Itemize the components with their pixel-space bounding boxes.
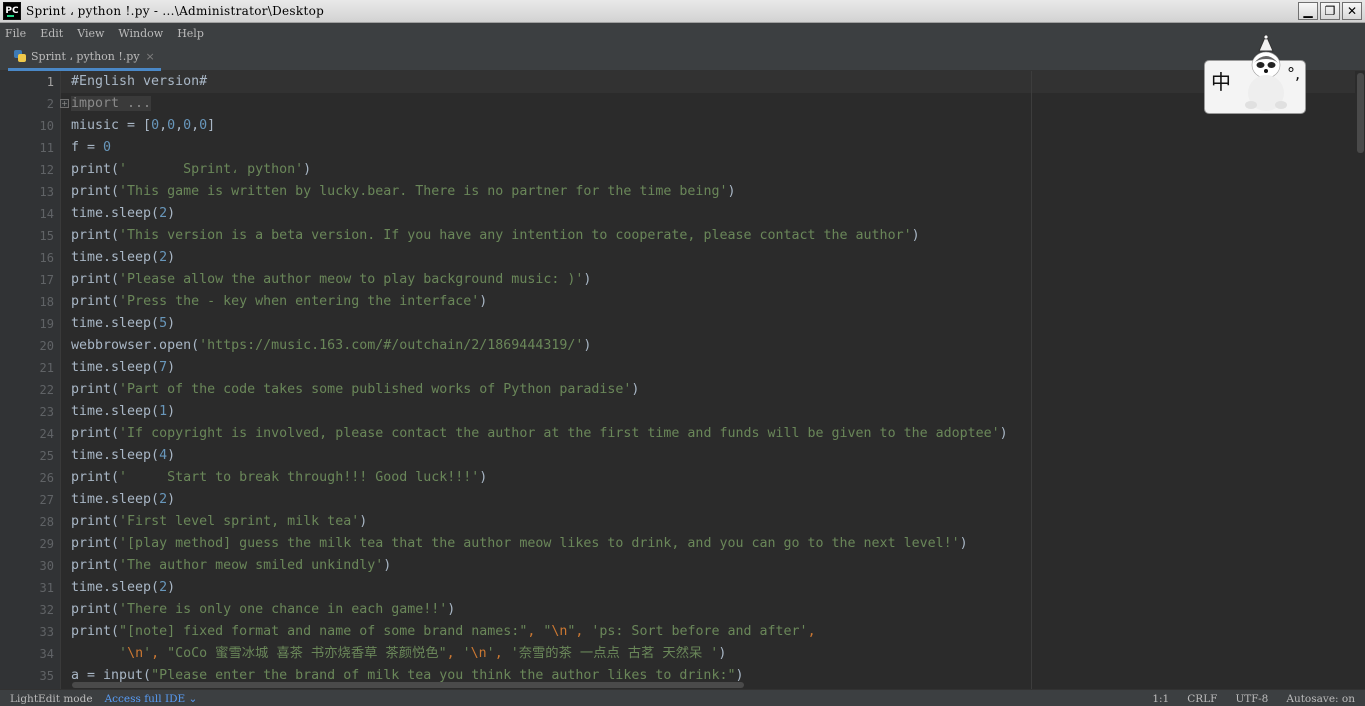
code-line: 25 time.sleep(4): [39, 448, 176, 463]
code-line: 13 print('This game is written by lucky.b…: [39, 184, 736, 199]
code-editor[interactable]: 1 #English version# 2 + import ... 10 miusic…: [0, 71, 1365, 689]
code-line: 30 print('The author meow smiled unkindly…: [39, 558, 392, 573]
code-line: 10 miusic = [0,0,0,0]: [39, 118, 216, 133]
menu-help[interactable]: Help: [177, 27, 204, 40]
code-line: 32 print('There is only one chance in eac…: [39, 602, 456, 617]
code-line: 34 '\n', "CoCo 蜜雪冰城 喜茶 书亦烧香草 茶颜悦色", '\n'…: [39, 646, 727, 661]
access-full-ide-link[interactable]: Access full IDE ⌄: [105, 693, 198, 705]
code-line: 19 time.sleep(5): [39, 316, 176, 331]
tab-close-icon[interactable]: ×: [146, 50, 155, 63]
menu-view[interactable]: View: [77, 27, 104, 40]
code-line: 29 print('[play method] guess the milk te…: [39, 536, 968, 551]
code-line: 33 print("[note] fixed format and name of…: [39, 624, 816, 639]
tab-label: Sprint ، python !.py: [31, 49, 140, 63]
horizontal-scroll-thumb[interactable]: [72, 682, 744, 688]
minimize-button[interactable]: ▁: [1298, 2, 1318, 20]
status-bar: LightEdit mode Access full IDE ⌄ 1:1 CRL…: [0, 689, 1365, 706]
window-title: Sprint ، python !.py - ...\Administrator…: [26, 4, 325, 18]
code-lines: 1 #English version# 2 + import ... 10 miusic…: [0, 71, 1365, 687]
pycharm-logo-icon: PC: [3, 2, 21, 20]
title-bar: PC Sprint ، python !.py - ...\Administra…: [0, 0, 1365, 23]
code-line: 18 print('Press the - key when entering t…: [39, 294, 488, 309]
line-separator[interactable]: CRLF: [1187, 693, 1217, 705]
code-line: 21 time.sleep(7): [39, 360, 176, 375]
editor-tab-bar: Sprint ، python !.py ×: [0, 44, 1365, 71]
code-line: 14 time.sleep(2): [39, 206, 176, 221]
menu-window[interactable]: Window: [118, 27, 163, 40]
restore-button[interactable]: ❐: [1320, 2, 1340, 20]
code-line: 15 print('This version is a beta version.…: [39, 228, 920, 243]
code-line: 2 + import ...: [46, 96, 152, 111]
code-line: 22 print('Part of the code takes some pub…: [39, 382, 640, 397]
window-controls: ▁ ❐ ✕: [1298, 2, 1362, 20]
code-line: 11 f = 0: [39, 140, 112, 155]
tab-sprint-python[interactable]: Sprint ، python !.py ×: [8, 44, 161, 71]
code-line: 12 print(' Sprint، python'): [39, 162, 312, 177]
husky-dog-icon: [1245, 35, 1287, 111]
code-line: 27 time.sleep(2): [39, 492, 176, 507]
python-file-icon: [14, 49, 27, 63]
code-line: 20 webbrowser.open('https://music.163.com…: [39, 338, 592, 353]
close-button[interactable]: ✕: [1342, 2, 1362, 20]
chevron-down-icon: ⌄: [188, 693, 198, 705]
menu-file[interactable]: File: [5, 27, 26, 40]
lightedit-mode-label: LightEdit mode: [10, 693, 93, 705]
code-line: 17 print('Please allow the author meow to…: [39, 272, 592, 287]
fold-expand-icon[interactable]: +: [60, 99, 69, 108]
menu-bar: File Edit View Window Help: [0, 23, 1365, 44]
code-line: 16 time.sleep(2): [39, 250, 176, 265]
ime-mode-label: 中: [1211, 70, 1231, 94]
vertical-scroll-thumb[interactable]: [1357, 73, 1364, 153]
menu-edit[interactable]: Edit: [40, 27, 63, 40]
code-line: 23 time.sleep(1): [39, 404, 176, 419]
code-line: 31 time.sleep(2): [39, 580, 176, 595]
ime-status-widget[interactable]: 中 °,: [1204, 35, 1306, 114]
code-line: 24 print('If copyright is involved, pleas…: [39, 426, 1008, 441]
vertical-scrollbar[interactable]: [1355, 71, 1365, 689]
file-encoding[interactable]: UTF-8: [1235, 693, 1268, 705]
code-line: 28 print('First level sprint, milk tea'): [39, 514, 368, 529]
code-line: 26 print(' Start to break through!!! Good…: [39, 470, 488, 485]
caret-position[interactable]: 1:1: [1152, 693, 1169, 705]
code-line: 1 #English version#: [46, 74, 208, 89]
autosave-status[interactable]: Autosave: on: [1286, 693, 1355, 705]
